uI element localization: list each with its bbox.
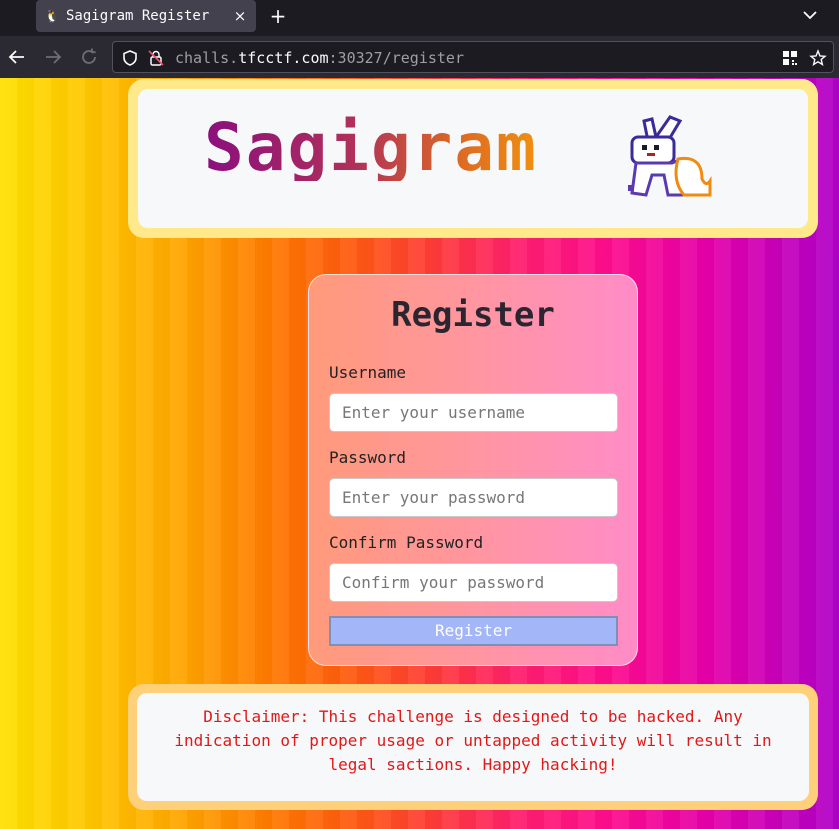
- insecure-lock-icon[interactable]: [147, 49, 165, 67]
- new-tab-button[interactable]: +: [266, 4, 290, 28]
- password-input[interactable]: [329, 478, 618, 517]
- reload-icon[interactable]: [78, 46, 100, 68]
- register-title: Register: [391, 295, 555, 335]
- register-card: Register Username Password Confirm Passw…: [308, 274, 638, 666]
- shield-icon[interactable]: [121, 49, 139, 67]
- favicon-icon: 🐧: [44, 9, 60, 23]
- navigation-bar: challs.tfcctf.com:30327/register: [0, 36, 839, 78]
- disclaimer-inner: Disclaimer: This challenge is designed t…: [137, 693, 809, 801]
- page-content: Sagigram Register Username Password C: [0, 78, 839, 829]
- bookmark-star-icon[interactable]: [809, 49, 827, 67]
- address-bar[interactable]: challs.tfcctf.com:30327/register: [112, 41, 834, 73]
- logo-banner: Sagigram: [128, 79, 818, 238]
- tab-close-icon[interactable]: ×: [232, 7, 248, 25]
- password-label: Password: [329, 448, 407, 467]
- browser-tab[interactable]: 🐧 Sagigram Register ×: [36, 0, 256, 32]
- back-arrow-icon[interactable]: [6, 46, 28, 68]
- pixel-bunny-icon: [628, 115, 712, 197]
- confirm-password-label: Confirm Password: [329, 533, 484, 552]
- username-input[interactable]: [329, 393, 618, 432]
- register-button[interactable]: Register: [329, 616, 618, 646]
- confirm-password-input[interactable]: [329, 563, 618, 602]
- logo-banner-inner: Sagigram: [138, 89, 808, 228]
- url-text[interactable]: challs.tfcctf.com:30327/register: [175, 49, 464, 67]
- tab-list-chevron-icon[interactable]: [801, 6, 819, 24]
- disclaimer-text: Disclaimer: This challenge is designed t…: [174, 707, 772, 774]
- tab-title: Sagigram Register: [66, 8, 210, 24]
- username-label: Username: [329, 363, 407, 382]
- tab-bar: 🐧 Sagigram Register × +: [0, 0, 839, 34]
- disclaimer-banner: Disclaimer: This challenge is designed t…: [128, 684, 818, 810]
- qr-code-icon[interactable]: [781, 49, 799, 67]
- forward-arrow-icon[interactable]: [42, 46, 64, 68]
- site-logo-text: Sagigram: [204, 109, 538, 186]
